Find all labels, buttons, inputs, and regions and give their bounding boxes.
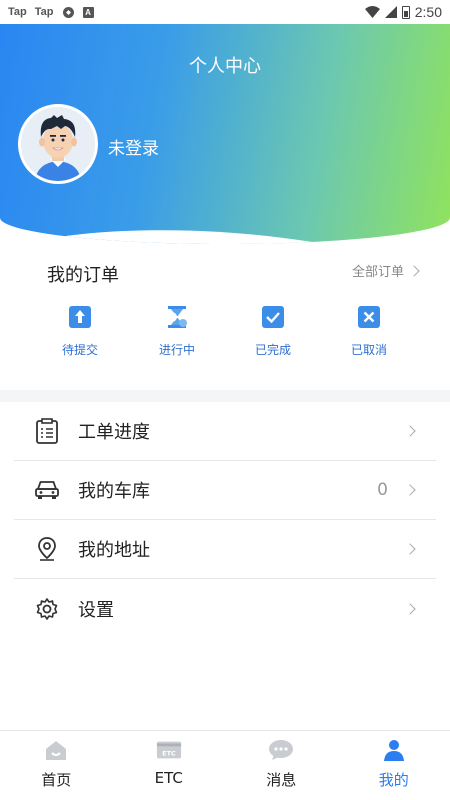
login-status[interactable]: 未登录	[108, 134, 159, 159]
menu-label: 设置	[78, 599, 114, 621]
profile-icon	[381, 739, 407, 761]
menu-label: 我的地址	[78, 540, 150, 561]
order-label: 已取消	[350, 343, 387, 357]
menu-list: 工单进度 我的车库 0 我的地址 设置	[0, 402, 450, 638]
signal-icon	[384, 6, 397, 18]
nav-label: 我的	[378, 771, 409, 789]
menu-label: 我的车库	[78, 481, 150, 502]
page-title: 个人中心	[189, 56, 261, 77]
order-label: 已完成	[254, 343, 291, 357]
order-label: 进行中	[158, 343, 195, 357]
upload-icon	[68, 305, 92, 329]
chevron-right-icon	[408, 264, 420, 277]
chevron-right-icon	[404, 484, 416, 496]
profile-header: 个人中心 未登录	[0, 24, 450, 244]
order-in-progress[interactable]: 进行中	[137, 305, 217, 358]
menu-item-settings[interactable]: 设置	[14, 579, 436, 638]
gear-icon	[34, 596, 60, 622]
status-notifications: Tap Tap A	[8, 6, 94, 19]
nav-home[interactable]: 首页	[0, 731, 113, 800]
check-icon	[261, 305, 285, 329]
clock: 2:50	[414, 4, 442, 20]
chevron-right-icon	[404, 425, 416, 437]
nav-mine[interactable]: 我的	[338, 731, 450, 800]
etc-card-icon: ETC	[156, 739, 182, 761]
message-icon	[268, 739, 294, 761]
header-wave	[0, 214, 450, 244]
nav-messages[interactable]: 消息	[225, 731, 338, 800]
chevron-right-icon	[404, 543, 416, 555]
avatar[interactable]	[18, 104, 98, 184]
nav-etc[interactable]: ETC ETC	[113, 731, 226, 800]
order-label: 待提交	[61, 343, 98, 357]
all-orders-link[interactable]: 全部订单	[351, 261, 420, 280]
my-orders-section: 我的订单 全部订单 待提交 进行中 已完成 已取消	[0, 245, 450, 387]
garage-count: 0	[377, 480, 388, 500]
all-orders-label: 全部订单	[351, 265, 404, 280]
tap-app-indicator: Tap	[34, 6, 54, 18]
nav-label: 首页	[41, 771, 72, 789]
nav-label: ETC	[154, 769, 183, 787]
bottom-nav: 首页 ETC ETC 消息 我的	[0, 730, 450, 800]
hourglass-icon	[165, 305, 189, 329]
car-icon	[34, 477, 60, 503]
avatar-face-icon	[21, 107, 95, 181]
status-bar: Tap Tap A 2:50	[0, 0, 450, 24]
orders-title: 我的订单	[47, 265, 119, 286]
home-icon	[43, 739, 69, 761]
order-pending-submit[interactable]: 待提交	[40, 305, 120, 358]
order-completed[interactable]: 已完成	[233, 305, 313, 358]
menu-item-work-order-progress[interactable]: 工单进度	[14, 402, 436, 461]
nav-label: 消息	[266, 771, 297, 789]
order-cancelled[interactable]: 已取消	[329, 305, 409, 358]
wifi-icon	[364, 6, 380, 18]
sync-icon	[62, 6, 74, 18]
a-icon: A	[82, 6, 94, 18]
chevron-right-icon	[404, 602, 416, 615]
tap-app-indicator: Tap	[8, 6, 27, 18]
section-divider	[0, 390, 450, 402]
menu-label: 工单进度	[78, 422, 150, 443]
cancel-icon	[357, 305, 381, 329]
clipboard-icon	[34, 418, 60, 444]
menu-item-my-address[interactable]: 我的地址	[14, 520, 436, 579]
location-pin-icon	[34, 536, 60, 562]
battery-icon	[401, 5, 410, 19]
menu-item-my-garage[interactable]: 我的车库 0	[14, 461, 436, 520]
svg-text:ETC: ETC	[162, 750, 176, 758]
